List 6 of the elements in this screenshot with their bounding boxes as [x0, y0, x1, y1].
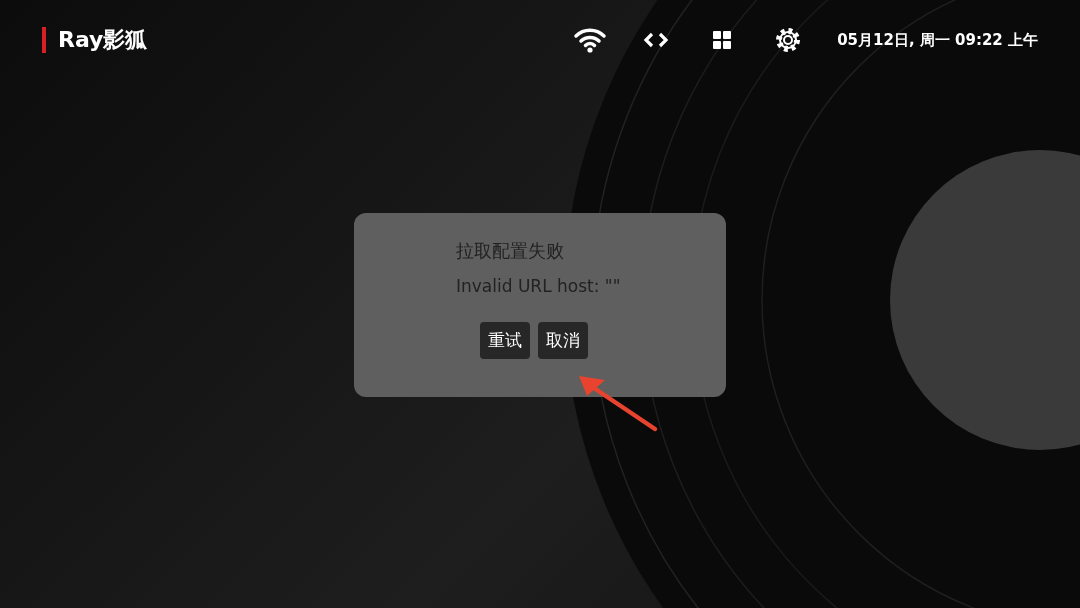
dialog-message: Invalid URL host: "" [456, 275, 622, 298]
dialog-title: 拉取配置失败 [456, 239, 565, 263]
dialog-button[interactable]: 取消 [538, 321, 588, 359]
dialog-button[interactable]: 重试 [480, 321, 530, 359]
date-time: 05月12日, 周一 09:22 上午 [837, 29, 1038, 51]
app-title: Ray影狐 [42, 27, 148, 53]
